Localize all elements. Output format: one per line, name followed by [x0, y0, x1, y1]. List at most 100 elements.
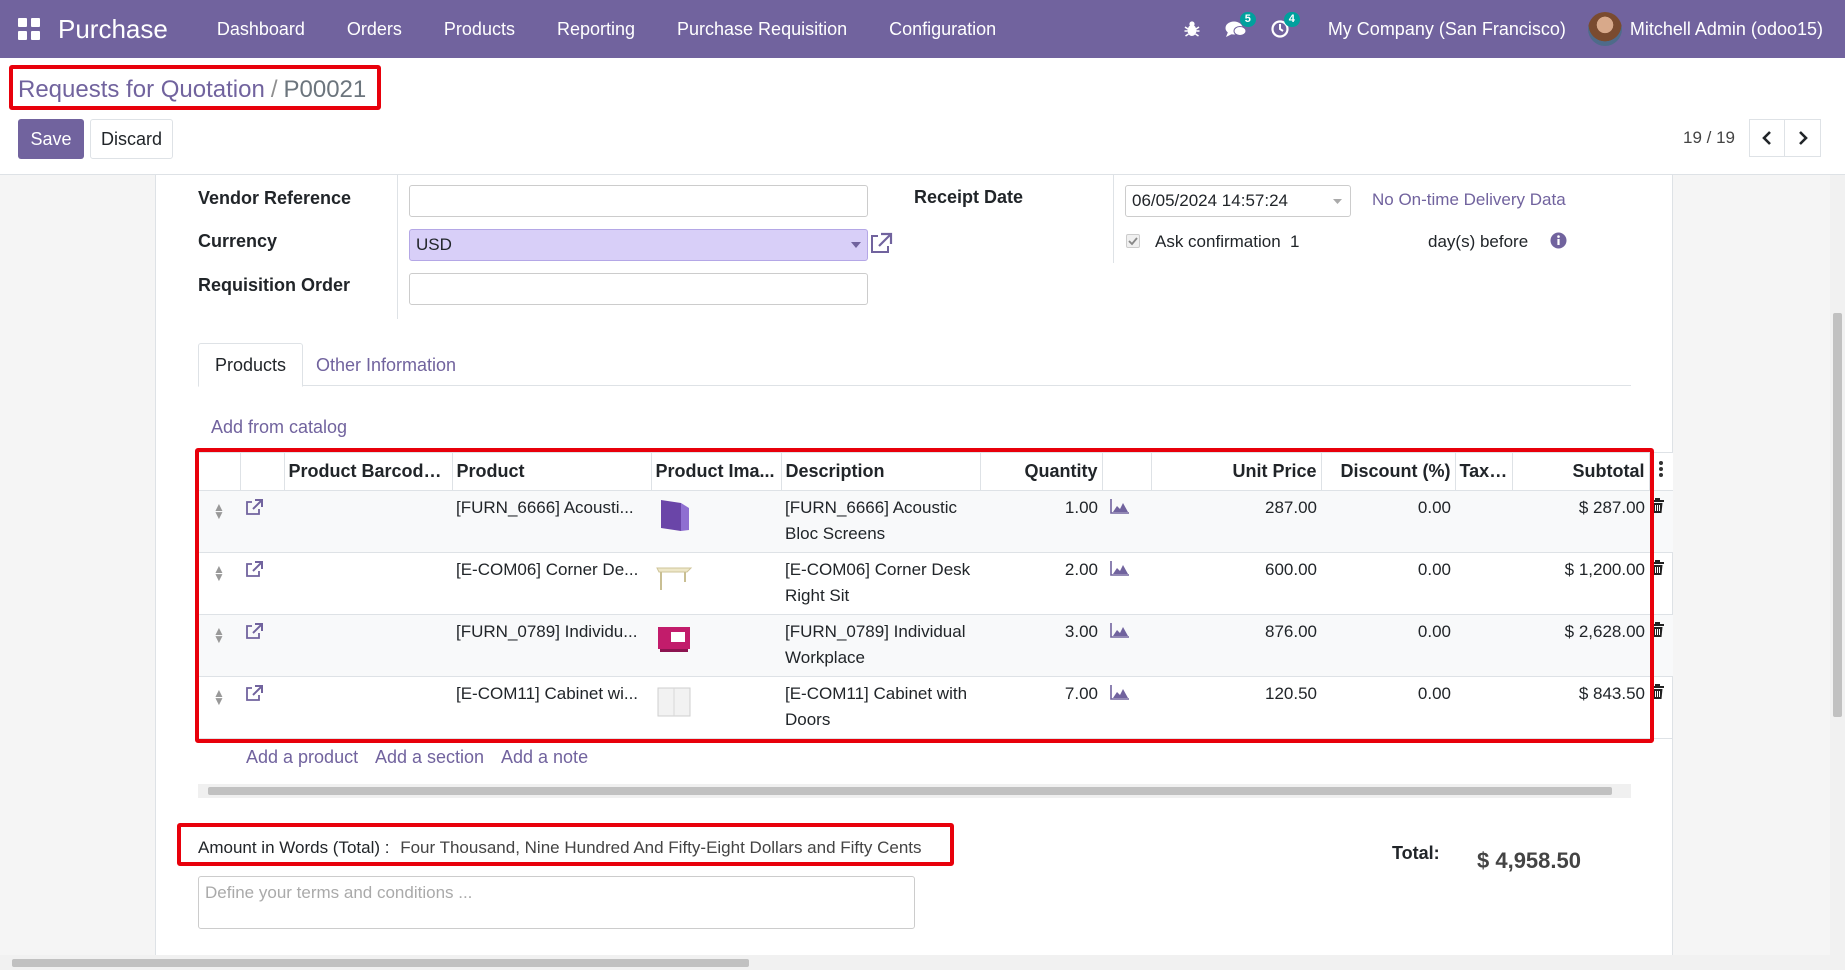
col-discount[interactable]: Discount (%) — [1321, 452, 1456, 491]
row-discount[interactable]: 0.00 — [1321, 676, 1455, 739]
row-open-external-icon[interactable] — [240, 614, 284, 677]
row-drag-handle[interactable]: ▲ ▼ — [198, 614, 240, 677]
tab-products[interactable]: Products — [198, 343, 304, 387]
row-description[interactable]: [FURN_6666] Acoustic Bloc Screens — [781, 490, 980, 553]
row-product[interactable]: [FURN_6666] Acousti... — [452, 490, 651, 553]
row-description[interactable]: [E-COM06] Corner Desk Right Sit — [781, 552, 980, 615]
on-time-delivery-link[interactable]: No On-time Delivery Data — [1372, 190, 1566, 210]
row-drag-handle[interactable]: ▲ ▼ — [198, 676, 240, 739]
pager-previous-button[interactable] — [1749, 119, 1785, 157]
row-quantity[interactable]: 1.00 — [980, 490, 1102, 553]
vendor-reference-label: Vendor Reference — [198, 188, 352, 208]
currency-external-link-icon[interactable] — [868, 231, 894, 260]
vertical-ellipsis-icon — [1659, 461, 1664, 477]
row-unit-price[interactable]: 600.00 — [1151, 552, 1321, 615]
vendor-reference-input[interactable] — [409, 185, 868, 217]
add-product-link[interactable]: Add a product — [246, 747, 358, 768]
requisition-order-label: Requisition Order — [198, 275, 351, 295]
row-discount[interactable]: 0.00 — [1321, 552, 1455, 615]
requisition-order-input[interactable] — [409, 273, 868, 305]
company-switcher[interactable]: My Company (San Francisco) — [1302, 19, 1588, 40]
breadcrumb-parent-link[interactable]: Requests for Quotation — [18, 76, 265, 104]
app-brand[interactable]: Purchase — [58, 14, 168, 45]
messages-chat-icon[interactable]: 5 — [1214, 0, 1258, 58]
info-icon[interactable] — [1550, 232, 1567, 254]
row-barcode[interactable] — [284, 676, 452, 739]
row-description[interactable]: [FURN_0789] Individual Workplace — [781, 614, 980, 677]
currency-select[interactable]: USD — [409, 229, 868, 261]
row-delete-trash-icon[interactable] — [1649, 490, 1673, 553]
user-menu[interactable]: Mitchell Admin (odoo15) — [1587, 12, 1845, 46]
debug-bug-icon[interactable] — [1170, 0, 1214, 58]
col-description[interactable]: Description — [781, 452, 981, 491]
terms-conditions-input[interactable]: Define your terms and conditions ... — [198, 876, 915, 929]
menu-configuration[interactable]: Configuration — [868, 0, 1017, 58]
col-product[interactable]: Product — [452, 452, 652, 491]
ask-confirmation-checkbox[interactable] — [1126, 234, 1140, 248]
row-delete-trash-icon[interactable] — [1649, 614, 1673, 677]
page-horizontal-scrollbar[interactable] — [0, 955, 1845, 970]
row-drag-handle[interactable]: ▲ ▼ — [198, 552, 240, 615]
col-subtotal[interactable]: Subtotal — [1512, 452, 1650, 491]
row-open-external-icon[interactable] — [240, 676, 284, 739]
pager-next-button[interactable] — [1785, 119, 1821, 157]
row-forecast-chart-icon[interactable] — [1102, 676, 1151, 739]
tab-other-information[interactable]: Other Information — [300, 343, 472, 387]
add-note-link[interactable]: Add a note — [501, 747, 588, 768]
discard-button[interactable]: Discard — [90, 119, 173, 159]
row-unit-price[interactable]: 876.00 — [1151, 614, 1321, 677]
row-taxes[interactable] — [1455, 490, 1512, 553]
row-delete-trash-icon[interactable] — [1649, 552, 1673, 615]
row-product[interactable]: [FURN_0789] Individu... — [452, 614, 651, 677]
save-button[interactable]: Save — [18, 119, 84, 159]
activities-clock-icon[interactable]: 4 — [1258, 0, 1302, 58]
row-unit-price[interactable]: 287.00 — [1151, 490, 1321, 553]
col-quantity[interactable]: Quantity — [980, 452, 1103, 491]
row-taxes[interactable] — [1455, 614, 1512, 677]
receipt-date-input[interactable]: 06/05/2024 14:57:24 — [1125, 185, 1351, 217]
row-discount[interactable]: 0.00 — [1321, 490, 1455, 553]
row-description[interactable]: [E-COM11] Cabinet with Doors — [781, 676, 980, 739]
col-unit-price[interactable]: Unit Price — [1151, 452, 1322, 491]
row-barcode[interactable] — [284, 490, 452, 553]
row-product[interactable]: [E-COM11] Cabinet wi... — [452, 676, 651, 739]
table-row[interactable]: ▲ ▼ [FURN_6666] Acousti... [FURN_6666] Acou… — [198, 490, 1673, 553]
row-quantity[interactable]: 7.00 — [980, 676, 1102, 739]
table-row[interactable]: ▲ ▼ [FURN_0789] Individu... [FURN_0789] Ind… — [198, 614, 1673, 677]
menu-orders[interactable]: Orders — [326, 0, 423, 58]
menu-products[interactable]: Products — [423, 0, 536, 58]
row-open-external-icon[interactable] — [240, 490, 284, 553]
row-taxes[interactable] — [1455, 676, 1512, 739]
row-taxes[interactable] — [1455, 552, 1512, 615]
row-unit-price[interactable]: 120.50 — [1151, 676, 1321, 739]
row-forecast-chart-icon[interactable] — [1102, 614, 1151, 677]
add-from-catalog-link[interactable]: Add from catalog — [211, 417, 347, 438]
row-delete-trash-icon[interactable] — [1649, 676, 1673, 739]
apps-menu-icon[interactable] — [0, 0, 58, 58]
table-horizontal-scrollbar[interactable] — [198, 784, 1631, 798]
col-taxes[interactable]: Taxes — [1455, 452, 1513, 491]
row-discount[interactable]: 0.00 — [1321, 614, 1455, 677]
row-forecast-chart-icon[interactable] — [1102, 552, 1151, 615]
pager-value[interactable]: 19 / 19 — [1683, 128, 1735, 148]
menu-reporting[interactable]: Reporting — [536, 0, 656, 58]
col-product-barcode[interactable]: Product Barcode... — [284, 452, 453, 491]
add-section-link[interactable]: Add a section — [375, 747, 484, 768]
form-divider-left — [397, 175, 398, 319]
optional-columns-toggle[interactable] — [1649, 452, 1673, 491]
row-drag-handle[interactable]: ▲ ▼ — [198, 490, 240, 553]
row-forecast-chart-icon[interactable] — [1102, 490, 1151, 553]
col-product-image[interactable]: Product Ima... — [651, 452, 782, 491]
row-quantity[interactable]: 3.00 — [980, 614, 1102, 677]
row-barcode[interactable] — [284, 552, 452, 615]
row-quantity[interactable]: 2.00 — [980, 552, 1102, 615]
menu-dashboard[interactable]: Dashboard — [196, 0, 326, 58]
row-barcode[interactable] — [284, 614, 452, 677]
table-row[interactable]: ▲ ▼ [E-COM06] Corner De... [E-COM06] Corner… — [198, 552, 1673, 615]
row-open-external-icon[interactable] — [240, 552, 284, 615]
menu-purchase-requisition[interactable]: Purchase Requisition — [656, 0, 868, 58]
page-vertical-scrollbar[interactable] — [1830, 175, 1845, 955]
table-row[interactable]: ▲ ▼ [E-COM11] Cabinet wi... [E-COM11] Cabin… — [198, 676, 1673, 739]
row-product[interactable]: [E-COM06] Corner De... — [452, 552, 651, 615]
ask-confirmation-days-input[interactable]: 1 — [1290, 232, 1299, 252]
